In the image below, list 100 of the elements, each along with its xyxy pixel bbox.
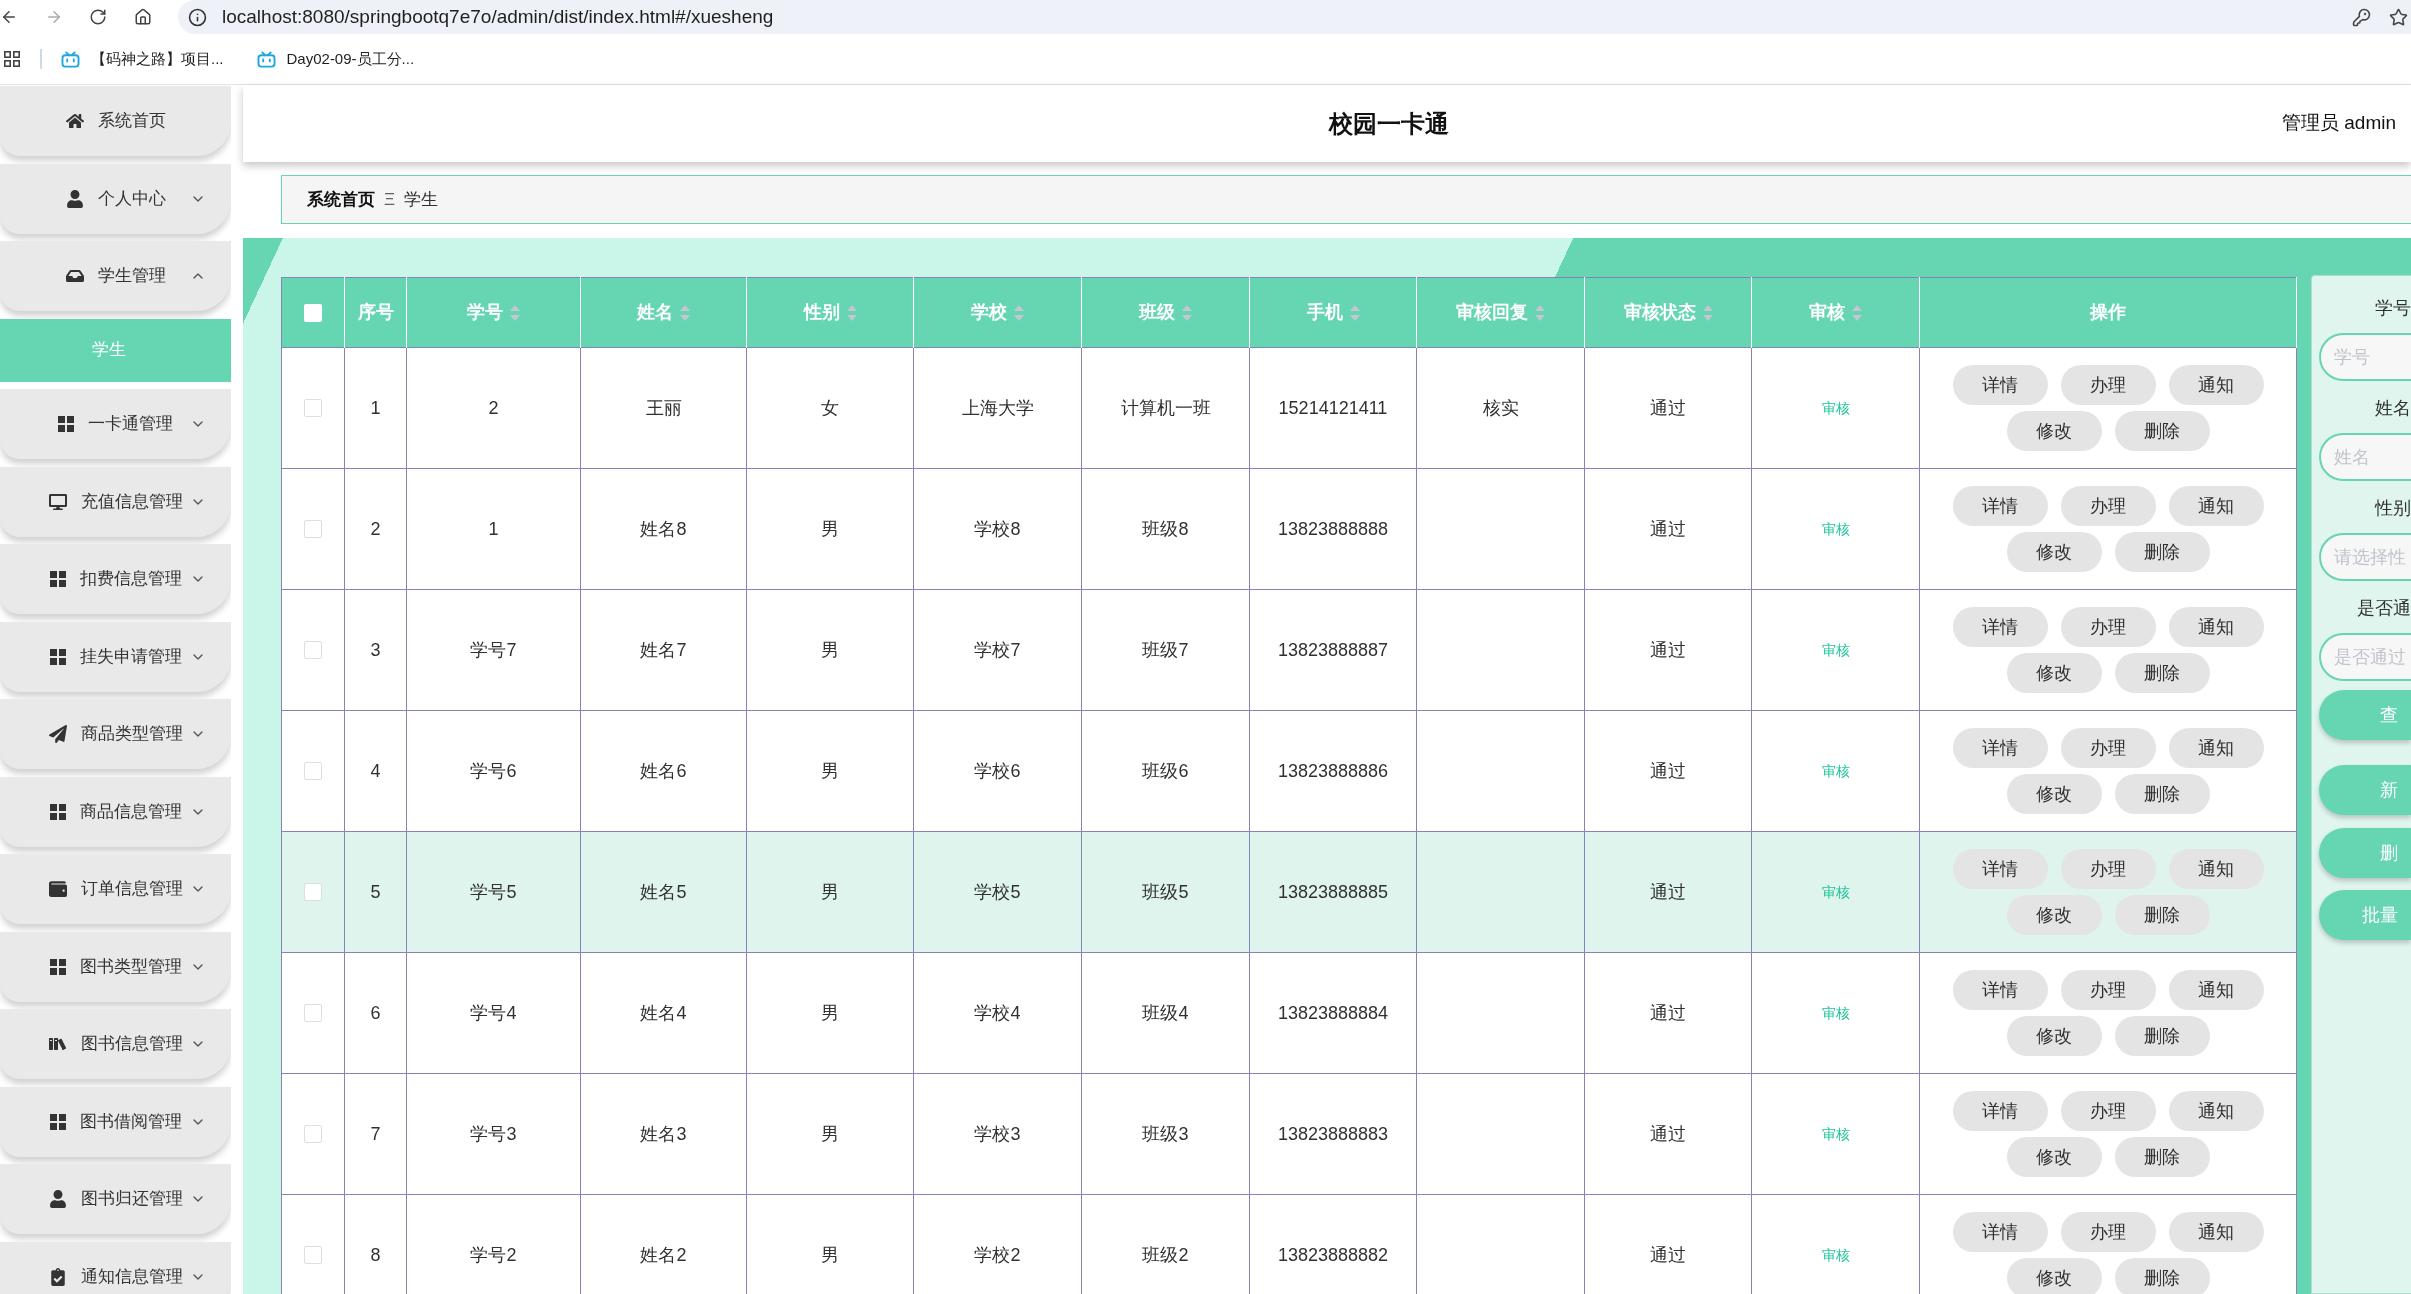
checkbox[interactable] xyxy=(304,1004,322,1022)
details-button[interactable]: 详情 xyxy=(1952,849,2048,889)
sort-icon[interactable] xyxy=(1852,304,1862,321)
star-icon[interactable] xyxy=(2389,7,2408,27)
checkbox[interactable] xyxy=(304,399,322,417)
sidebar-item[interactable]: 个人中心 xyxy=(0,163,231,234)
sort-icon[interactable] xyxy=(1535,304,1545,321)
sort-icon[interactable] xyxy=(680,304,690,321)
sort-icon[interactable] xyxy=(846,304,857,321)
table-row[interactable]: 4 学号6 姓名6 男 学校6 班级6 13823888886 通过 审核 详情 办理 通知 修改 删除 xyxy=(281,710,2297,832)
details-button[interactable]: 详情 xyxy=(1952,1091,2048,1131)
notify-button[interactable]: 通知 xyxy=(2168,1212,2264,1252)
sort-icon[interactable] xyxy=(1014,304,1024,321)
details-button[interactable]: 详情 xyxy=(1952,607,2048,647)
sidebar-item[interactable]: 通知信息管理 xyxy=(0,1241,231,1294)
sidebar-item[interactable]: 一卡通管理 xyxy=(0,389,231,459)
table-row[interactable]: 5 学号5 姓名5 男 学校5 班级5 13823888885 通过 审核 详情 办理 通知 修改 删除 xyxy=(281,831,2297,953)
checkbox[interactable] xyxy=(304,883,322,901)
process-button[interactable]: 办理 xyxy=(2060,849,2156,889)
edit-button[interactable]: 修改 xyxy=(2006,411,2102,451)
edit-button[interactable]: 修改 xyxy=(2006,895,2102,935)
delete-button[interactable]: 删除 xyxy=(2114,774,2210,814)
process-button[interactable]: 办理 xyxy=(2060,970,2156,1010)
sidebar-item[interactable]: 学生管理 xyxy=(0,241,231,311)
sidebar-item[interactable]: 商品类型管理 xyxy=(0,699,231,769)
details-button[interactable]: 详情 xyxy=(1952,486,2048,526)
bookmark-item[interactable]: Day02-09-员工分... xyxy=(256,47,415,71)
sidebar-item[interactable]: 商品信息管理 xyxy=(0,776,231,847)
process-button[interactable]: 办理 xyxy=(2060,1212,2156,1252)
edit-button[interactable]: 修改 xyxy=(2006,653,2102,693)
notify-button[interactable]: 通知 xyxy=(2168,486,2264,526)
process-button[interactable]: 办理 xyxy=(2060,1091,2156,1131)
table-row[interactable]: 7 学号3 姓名3 男 学校3 班级3 13823888883 通过 审核 详情 办理 通知 修改 删除 xyxy=(281,1073,2297,1195)
table-cell: 姓名3 xyxy=(580,1073,747,1195)
sidebar-item[interactable]: 系统首页 xyxy=(0,86,231,156)
delete-button[interactable]: 删除 xyxy=(2114,1258,2210,1294)
delete-button[interactable]: 删除 xyxy=(2114,532,2210,572)
details-button[interactable]: 详情 xyxy=(1952,728,2048,768)
process-button[interactable]: 办理 xyxy=(2060,728,2156,768)
address-bar[interactable]: localhost:8080/springbootq7e7o/admin/dist/index.html#/xuesheng xyxy=(178,0,2411,34)
process-button[interactable]: 办理 xyxy=(2060,365,2156,405)
notify-button[interactable]: 通知 xyxy=(2168,849,2264,889)
grid-icon xyxy=(58,416,74,432)
table-row[interactable]: 3 学号7 姓名7 男 学校7 班级7 13823888887 通过 审核 详情 办理 通知 修改 删除 xyxy=(281,589,2297,711)
sidebar-item[interactable]: 充值信息管理 xyxy=(0,466,231,537)
column-header: 序号 xyxy=(344,277,407,348)
home-icon[interactable] xyxy=(134,8,152,26)
sort-icon[interactable] xyxy=(510,304,520,321)
delete-button[interactable]: 删除 xyxy=(2114,653,2210,693)
sidebar-item[interactable]: 图书类型管理 xyxy=(0,931,231,1002)
table-row[interactable]: 6 学号4 姓名4 男 学校4 班级4 13823888884 通过 审核 详情 办理 通知 修改 删除 xyxy=(281,952,2297,1074)
key-icon[interactable] xyxy=(2352,7,2371,27)
info-icon[interactable] xyxy=(188,7,207,27)
delete-button[interactable]: 删除 xyxy=(2114,1016,2210,1056)
notify-button[interactable]: 通知 xyxy=(2168,607,2264,647)
checkbox[interactable] xyxy=(304,1246,322,1264)
table-cell: 15214121411 xyxy=(1249,347,1417,469)
edit-button[interactable]: 修改 xyxy=(2006,1137,2102,1177)
delete-button[interactable]: 删除 xyxy=(2114,1137,2210,1177)
forward-icon[interactable] xyxy=(45,8,63,26)
sort-icon[interactable] xyxy=(1182,304,1192,321)
breadcrumb-link[interactable]: 系统首页 xyxy=(307,186,375,213)
edit-button[interactable]: 修改 xyxy=(2006,1016,2102,1056)
delete-button[interactable]: 删除 xyxy=(2114,411,2210,451)
process-button[interactable]: 办理 xyxy=(2060,607,2156,647)
bookmark-item[interactable]: 【码神之路】项目... xyxy=(61,47,224,71)
sidebar-item[interactable]: 订单信息管理 xyxy=(0,854,231,924)
sidebar-item[interactable]: 图书借阅管理 xyxy=(0,1086,231,1157)
notify-button[interactable]: 通知 xyxy=(2168,728,2264,768)
sort-icon[interactable] xyxy=(1349,304,1360,321)
edit-button[interactable]: 修改 xyxy=(2006,532,2102,572)
back-icon[interactable] xyxy=(0,8,18,26)
details-button[interactable]: 详情 xyxy=(1952,970,2048,1010)
checkbox[interactable] xyxy=(304,303,322,322)
details-button[interactable]: 详情 xyxy=(1952,1212,2048,1252)
paper-plane-icon xyxy=(48,725,67,743)
field-label: 学号 xyxy=(2374,297,2411,320)
edit-button[interactable]: 修改 xyxy=(2006,774,2102,814)
checkbox[interactable] xyxy=(304,762,322,780)
table-cell: 1 xyxy=(406,468,581,590)
table-row[interactable]: 8 学号2 姓名2 男 学校2 班级2 13823888882 通过 审核 详情 办理 通知 修改 删除 xyxy=(281,1194,2297,1294)
sort-icon[interactable] xyxy=(1702,304,1713,321)
notify-button[interactable]: 通知 xyxy=(2168,365,2264,405)
checkbox[interactable] xyxy=(304,641,322,659)
notify-button[interactable]: 通知 xyxy=(2168,1091,2264,1131)
notify-button[interactable]: 通知 xyxy=(2168,970,2264,1010)
delete-button[interactable]: 删除 xyxy=(2114,895,2210,935)
sidebar-item[interactable]: 图书归还管理 xyxy=(0,1164,231,1234)
process-button[interactable]: 办理 xyxy=(2060,486,2156,526)
sidebar-item[interactable]: 挂失申请管理 xyxy=(0,621,231,692)
checkbox[interactable] xyxy=(304,1125,322,1143)
sidebar-item[interactable]: 图书信息管理 xyxy=(0,1009,231,1079)
checkbox[interactable] xyxy=(304,520,322,538)
apps-grid-icon[interactable] xyxy=(4,51,20,67)
table-row[interactable]: 2 1 姓名8 男 学校8 班级8 13823888888 通过 审核 详情 办理 通知 修改 删除 xyxy=(281,468,2297,590)
details-button[interactable]: 详情 xyxy=(1952,365,2048,405)
table-row[interactable]: 1 2 王丽 女 上海大学 计算机一班 15214121411 核实 通过 审核 详情 办理 通知 修改 删除 xyxy=(281,347,2297,469)
edit-button[interactable]: 修改 xyxy=(2006,1258,2102,1294)
reload-icon[interactable] xyxy=(89,8,107,26)
sidebar-item[interactable]: 扣费信息管理 xyxy=(0,544,231,614)
